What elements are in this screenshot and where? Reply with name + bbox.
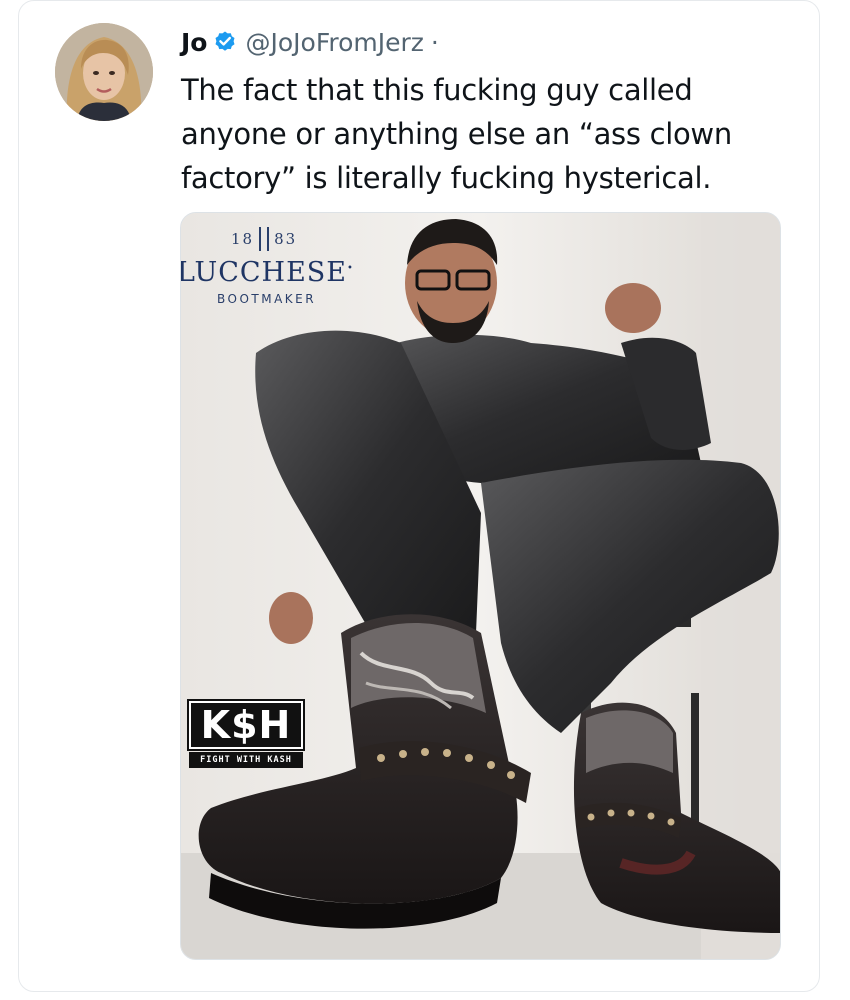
ksh-tagline: FIGHT WITH KASH (189, 752, 303, 768)
brand-name: LUCCHESE• (180, 257, 411, 288)
display-name[interactable]: Jo (181, 28, 207, 57)
header-separator: · (430, 27, 439, 57)
brand-name-text: LUCCHESE (180, 257, 347, 288)
ksh-main-text: K$H (187, 699, 305, 751)
tweet-text: The fact that this fucking guy called an… (181, 68, 801, 200)
avatar[interactable] (55, 23, 153, 121)
photo-illustration (181, 213, 780, 959)
ksh-watermark: K$H FIGHT WITH KASH (187, 699, 305, 768)
registered-mark: • (347, 263, 354, 274)
tweet-media-image[interactable]: 18 83 LUCCHESE• BOOTMAKER K$H FIGHT WITH… (180, 212, 781, 960)
verified-badge-icon (213, 30, 237, 54)
tweet-header: Jo @JoJoFromJerz · (181, 22, 439, 62)
brand-year-right: 83 (274, 230, 298, 248)
pillar-icon (259, 227, 270, 251)
brand-tagline: BOOTMAKER (217, 292, 317, 306)
user-handle[interactable]: @JoJoFromJerz (245, 28, 423, 57)
tweet-text-line: anyone or anything else an “ass clown (181, 117, 732, 151)
tweet-text-line: factory” is literally fucking hysterical… (181, 161, 712, 195)
tweet-text-line: The fact that this fucking guy called (181, 73, 693, 107)
brand-year-left: 18 (231, 230, 255, 248)
brand-year: 18 83 (231, 227, 411, 251)
lucchese-logo: 18 83 LUCCHESE• BOOTMAKER (181, 227, 411, 306)
